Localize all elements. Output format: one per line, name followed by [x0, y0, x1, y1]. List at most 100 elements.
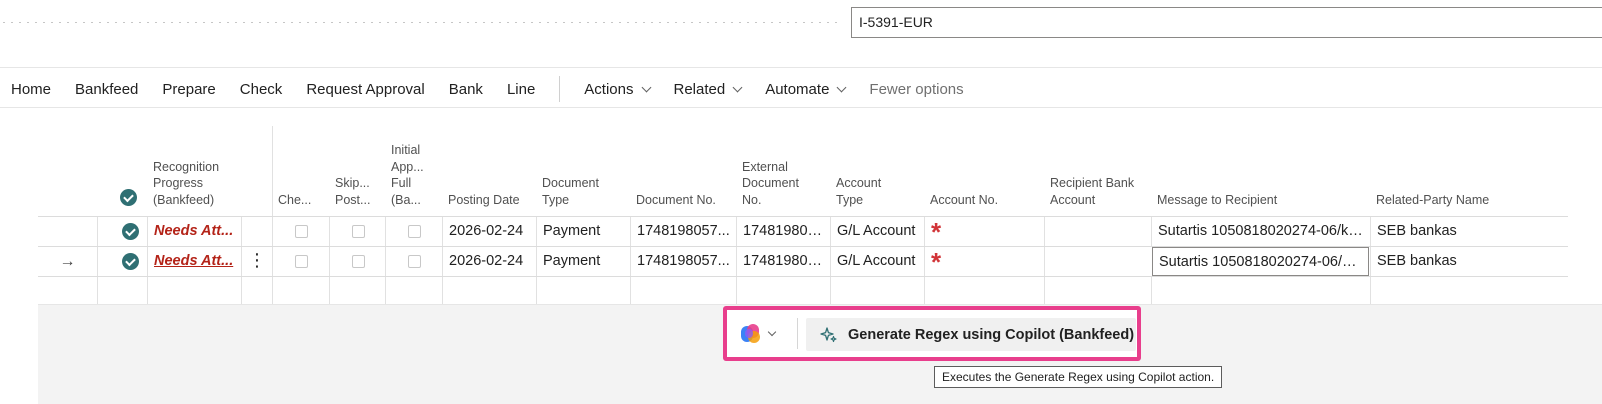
col-header-skip-posting[interactable]: Skip... Post... [329, 126, 386, 216]
table-row[interactable]: Needs Att... 2026-02-24 Payment 17481980… [38, 216, 1568, 246]
automate-menu[interactable]: Automate [753, 81, 857, 98]
col-header-line: (Bankfeed) [153, 192, 215, 207]
chevron-down-icon [732, 82, 743, 92]
checked-checkbox[interactable] [295, 225, 308, 238]
action-bar: Home Bankfeed Prepare Check Request Appr… [0, 74, 976, 104]
external-document-no-cell[interactable]: 174819805... [736, 217, 830, 246]
col-header-external-document-no[interactable]: External Document No. [736, 126, 830, 216]
row-status-cell [97, 247, 147, 276]
document-type-cell[interactable]: Payment [536, 247, 630, 276]
tab-bank[interactable]: Bank [437, 81, 495, 98]
col-header-line: Full [391, 176, 412, 190]
account-no-cell[interactable]: * [924, 247, 1044, 276]
empty-cell [241, 277, 272, 306]
recognition-progress-link[interactable]: Needs Att... [154, 223, 233, 239]
row-marker-cell [38, 217, 97, 246]
col-header-recipient-bank-account[interactable]: Recipient Bank Account [1044, 126, 1151, 216]
col-header-line: Document [542, 176, 599, 190]
document-no-cell[interactable]: 1748198057... [630, 247, 736, 276]
recognition-cell[interactable]: Needs Att... [147, 247, 241, 276]
generate-regex-label: Generate Regex using Copilot (Bankfeed) [848, 326, 1135, 343]
col-header-line: Skip... [335, 176, 370, 190]
recognition-progress-link[interactable]: Needs Att... [154, 253, 233, 269]
related-menu-label: Related [673, 80, 726, 98]
col-header-checked[interactable]: Che... [272, 126, 329, 216]
document-type-cell[interactable]: Payment [536, 217, 630, 246]
copilot-separator [797, 318, 798, 349]
col-header-related-party-name[interactable]: Related-Party Name [1370, 126, 1560, 216]
col-header-account-type[interactable]: Account Type [830, 126, 924, 216]
recipient-bank-account-cell[interactable] [1044, 247, 1151, 276]
col-header-line: Account No. [930, 192, 999, 207]
message-to-recipient-cell[interactable]: Sutartis 1050818020274-06/kr... [1151, 217, 1370, 246]
more-options-icon[interactable]: ⋮ [248, 250, 266, 270]
required-indicator-icon: * [931, 247, 942, 276]
col-header-line: Account [1050, 192, 1096, 207]
checked-checkbox[interactable] [295, 255, 308, 268]
tab-check[interactable]: Check [228, 81, 295, 98]
generate-regex-copilot-button[interactable]: Generate Regex using Copilot (Bankfeed) [806, 318, 1136, 351]
row-marker-cell: → [38, 247, 97, 276]
col-header-account-no[interactable]: Account No. [924, 126, 1044, 216]
tab-line[interactable]: Line [495, 81, 547, 98]
related-menu[interactable]: Related [662, 81, 754, 98]
reference-input[interactable]: I-5391-EUR [851, 7, 1602, 38]
tab-prepare[interactable]: Prepare [150, 81, 227, 98]
tab-bankfeed[interactable]: Bankfeed [63, 81, 150, 98]
initial-approval-checkbox[interactable] [408, 255, 421, 268]
col-header-line: Recipient Bank [1050, 176, 1135, 190]
related-party-name-cell[interactable]: SEB bankas [1370, 217, 1560, 246]
col-header-recognition[interactable]: Recognition Progress (Bankfeed) [147, 126, 272, 216]
col-header-line: Related-Party Name [1376, 192, 1490, 207]
empty-cell[interactable] [442, 277, 536, 306]
posting-date-cell[interactable]: 2026-02-24 [442, 247, 536, 276]
col-header-document-no[interactable]: Document No. [630, 126, 736, 216]
empty-cell[interactable] [329, 277, 385, 306]
account-no-cell[interactable]: * [924, 217, 1044, 246]
empty-cell[interactable] [830, 277, 924, 306]
external-document-no-cell[interactable]: 174819805... [736, 247, 830, 276]
empty-cell[interactable] [1151, 277, 1370, 306]
empty-cell[interactable] [736, 277, 830, 306]
empty-cell[interactable] [385, 277, 442, 306]
col-header-line: Che... [278, 192, 312, 207]
initial-approval-checkbox[interactable] [408, 225, 421, 238]
empty-cell[interactable] [536, 277, 630, 306]
col-header-document-type[interactable]: Document Type [536, 126, 630, 216]
copilot-action-bar: Generate Regex using Copilot (Bankfeed) [723, 306, 1141, 361]
empty-cell[interactable] [1370, 277, 1560, 306]
actions-menu[interactable]: Actions [572, 81, 661, 98]
related-party-name-cell[interactable]: SEB bankas [1370, 247, 1560, 276]
col-header-message-to-recipient[interactable]: Message to Recipient [1151, 126, 1370, 216]
row-menu-cell[interactable]: ⋮ [241, 247, 272, 276]
empty-cell[interactable] [630, 277, 736, 306]
tab-request-approval[interactable]: Request Approval [294, 81, 436, 98]
posting-date-cell[interactable]: 2026-02-24 [442, 217, 536, 246]
message-to-recipient-input[interactable]: Sutartis 1050818020274-06/palū [1152, 247, 1369, 276]
fewer-options-button[interactable]: Fewer options [857, 81, 975, 98]
account-type-cell[interactable]: G/L Account [830, 217, 924, 246]
empty-cell[interactable] [272, 277, 329, 306]
empty-cell [97, 277, 147, 306]
recognition-cell[interactable]: Needs Att... [147, 217, 241, 246]
empty-cell[interactable] [924, 277, 1044, 306]
copilot-menu-button[interactable] [741, 318, 791, 349]
col-header-line: Recognition [153, 159, 220, 174]
checked-cell [272, 247, 329, 276]
empty-cell[interactable] [147, 277, 241, 306]
recipient-bank-account-cell[interactable] [1044, 217, 1151, 246]
account-type-cell[interactable]: G/L Account [830, 247, 924, 276]
document-no-cell[interactable]: 1748198057... [630, 217, 736, 246]
tab-home[interactable]: Home [0, 81, 63, 98]
skip-posting-checkbox[interactable] [352, 225, 365, 238]
skip-posting-checkbox[interactable] [352, 255, 365, 268]
col-header-line: Account [836, 176, 882, 190]
check-icon [122, 253, 139, 270]
table-row[interactable]: → Needs Att... ⋮ 2026-02-24 Payment 1748… [38, 246, 1568, 276]
col-header-initial-approval[interactable]: Initial App... Full (Ba... [385, 126, 442, 216]
select-all-check-icon[interactable] [120, 189, 137, 206]
table-row-empty[interactable] [38, 276, 1568, 306]
skip-posting-cell [329, 247, 385, 276]
empty-cell[interactable] [1044, 277, 1151, 306]
col-header-posting-date[interactable]: Posting Date [442, 126, 536, 216]
